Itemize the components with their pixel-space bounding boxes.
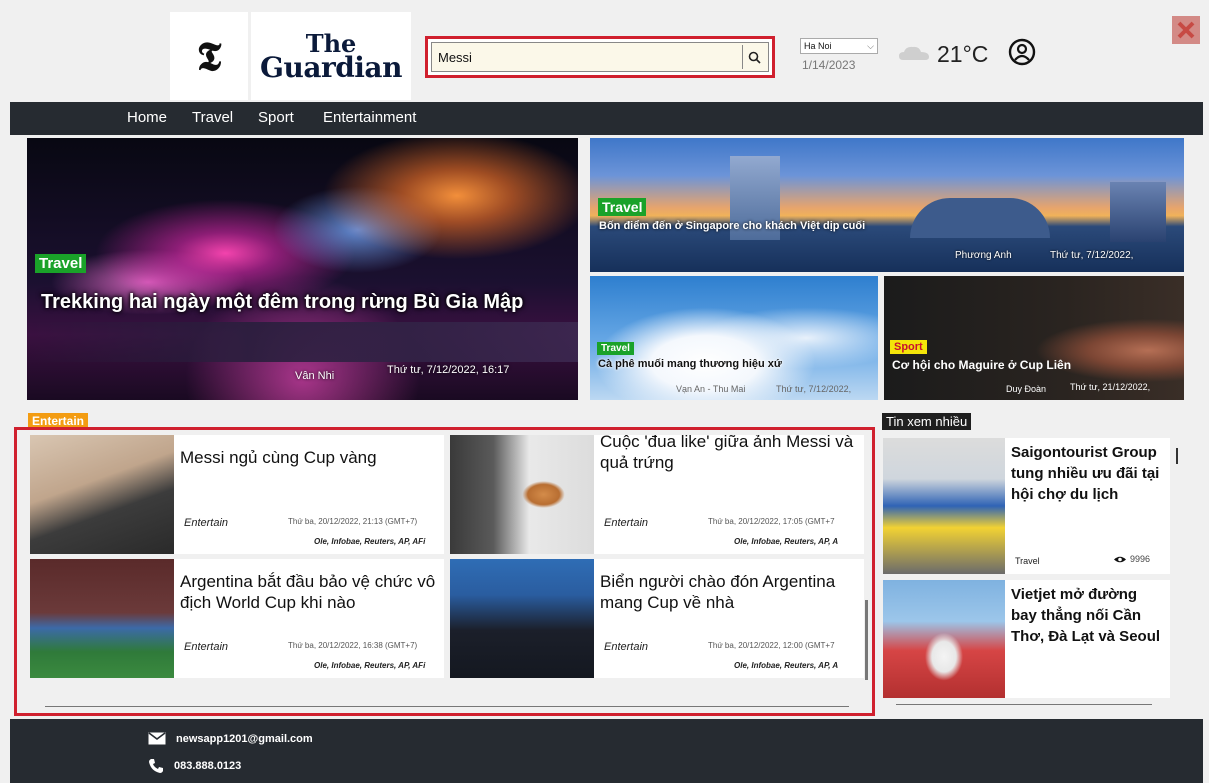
- article-card[interactable]: Biển người chào đón Argentina mang Cup v…: [450, 559, 864, 678]
- footer-phone[interactable]: 083.888.0123: [148, 758, 241, 774]
- close-icon: [1177, 21, 1195, 39]
- article-card[interactable]: Argentina bắt đầu bảo vệ chức vô địch Wo…: [30, 559, 444, 678]
- article-time: Thứ ba, 20/12/2022, 16:38 (GMT+7): [288, 641, 418, 650]
- hero-image: [910, 198, 1050, 238]
- divider: [896, 704, 1152, 705]
- article-author: Phương Anh: [955, 250, 1012, 261]
- article-title: Argentina bắt đầu bảo vệ chức vô địch Wo…: [180, 572, 436, 612]
- article-category: Entertain: [604, 517, 649, 529]
- phone-text: 083.888.0123: [174, 760, 242, 772]
- search-box: [425, 36, 775, 78]
- article-time: Thứ tư, 7/12/2022,: [776, 384, 852, 394]
- nav-entertainment[interactable]: Entertainment: [323, 109, 416, 126]
- article-title: Saigontourist Group tung nhiều ưu đãi tạ…: [1011, 444, 1160, 503]
- scrollbar[interactable]: [865, 600, 868, 680]
- article-thumbnail: [30, 435, 174, 554]
- article-title: Biển người chào đón Argentina mang Cup v…: [600, 572, 836, 612]
- article-sources: Ole, Infobae, Reuters, AP, A: [734, 537, 839, 546]
- article-time: Thứ ba, 20/12/2022, 17:05 (GMT+7: [708, 517, 835, 526]
- chevron-down-icon: ⌵: [867, 40, 874, 51]
- article-thumbnail: [883, 580, 1005, 698]
- logo-line-2: Guardian: [260, 51, 402, 84]
- city-select[interactable]: Ha Noi ⌵: [800, 38, 878, 54]
- section-label-most-viewed: Tin xem nhiều: [882, 413, 972, 430]
- entertain-article-list: Messi ngủ cùng Cup vàng Entertain Thứ ba…: [14, 427, 875, 716]
- article-time: Thứ tư, 21/12/2022,: [1070, 382, 1151, 392]
- article-time: Thứ ba, 20/12/2022, 12:00 (GMT+7: [708, 641, 835, 650]
- article-category: Entertain: [184, 641, 229, 653]
- article-category: Entertain: [184, 517, 229, 529]
- hero-article-sport[interactable]: Sport Cơ hội cho Maguire ở Cup Liên Duy …: [884, 276, 1184, 400]
- footer: newsapp1201@gmail.com 083.888.0123: [10, 719, 1203, 783]
- hero-article-singapore[interactable]: Travel Bốn điểm đến ở Singapore cho khác…: [590, 138, 1184, 272]
- search-input[interactable]: [431, 42, 769, 72]
- article-title: Trekking hai ngày một đêm trong rừng Bù …: [41, 291, 524, 313]
- article-card[interactable]: Cuộc 'đua like' giữa ảnh Messi và quả tr…: [450, 435, 864, 554]
- temperature: 21°C: [937, 41, 989, 67]
- category-tag: Travel: [598, 198, 647, 216]
- most-viewed-item[interactable]: Saigontourist Group tung nhiều ưu đãi tạ…: [883, 438, 1170, 574]
- divider: [45, 706, 849, 707]
- article-title: Bốn điểm đến ở Singapore cho khách Việt …: [599, 220, 866, 232]
- article-sources: Ole, Infobae, Reuters, AP, A: [734, 661, 839, 670]
- article-category: Entertain: [604, 641, 649, 653]
- phone-icon: [149, 759, 163, 773]
- hero-image: [1110, 182, 1166, 242]
- article-time: Thứ tư, 7/12/2022,: [1050, 250, 1134, 261]
- hero-article-main[interactable]: Travel Trekking hai ngày một đêm trong r…: [27, 138, 578, 400]
- article-category: Travel: [1015, 556, 1040, 566]
- nav-bar: Home Travel Sport Entertainment: [10, 102, 1203, 135]
- article-thumbnail: [883, 438, 1005, 574]
- article-thumbnail: [450, 435, 594, 554]
- category-tag: Travel: [597, 342, 634, 355]
- footer-email[interactable]: newsapp1201@gmail.com: [148, 732, 313, 745]
- article-time: Thứ ba, 20/12/2022, 21:13 (GMT+7): [288, 517, 418, 526]
- close-button[interactable]: [1172, 16, 1200, 44]
- article-author: Duy Đoàn: [1006, 384, 1047, 394]
- article-sources: Ole, Infobae, Reuters, AP, AFi: [314, 661, 426, 670]
- article-title: Cuộc 'đua like' giữa ảnh Messi và quả tr…: [600, 435, 854, 472]
- article-sources: Ole, Infobae, Reuters, AP, AFi: [314, 537, 426, 546]
- article-card[interactable]: Messi ngủ cùng Cup vàng Entertain Thứ ba…: [30, 435, 444, 554]
- view-count: 9996: [1113, 554, 1150, 564]
- nav-home[interactable]: Home: [127, 109, 167, 126]
- hero-image: [27, 322, 578, 362]
- article-author: Vạn An - Thu Mai: [676, 384, 746, 394]
- logo-mark: 𝕿: [196, 32, 222, 80]
- guardian-logo[interactable]: The Guardian: [251, 12, 411, 100]
- email-text: newsapp1201@gmail.com: [176, 732, 313, 745]
- article-title: Messi ngủ cùng Cup vàng: [180, 448, 377, 467]
- search-button[interactable]: [742, 45, 766, 69]
- nyt-logo[interactable]: 𝕿: [170, 12, 248, 100]
- eye-icon: [1114, 556, 1126, 562]
- scrollbar[interactable]: [1176, 448, 1178, 464]
- category-tag: Travel: [35, 254, 87, 273]
- article-time: Thứ tư, 7/12/2022, 16:17: [387, 364, 510, 376]
- app-window: 𝕿 The Guardian Ha Noi ⌵ 1/14/2023 21°C H…: [0, 0, 1209, 783]
- nav-travel[interactable]: Travel: [192, 109, 233, 126]
- article-title: Cơ hội cho Maguire ở Cup Liên: [892, 358, 1072, 372]
- search-icon: [748, 51, 761, 64]
- view-count-value: 9996: [1130, 554, 1151, 564]
- category-tag: Sport: [890, 340, 927, 354]
- article-thumbnail: [30, 559, 174, 678]
- article-title: Vietjet mở đường bay thẳng nối Cần Thơ, …: [1011, 586, 1161, 645]
- most-viewed-item[interactable]: Vietjet mở đường bay thẳng nối Cần Thơ, …: [883, 580, 1170, 698]
- city-select-value: Ha Noi: [804, 41, 832, 51]
- hero-article-cafe[interactable]: Travel Cà phê muối mang thương hiệu xứ V…: [590, 276, 878, 400]
- article-title: Cà phê muối mang thương hiệu xứ: [598, 358, 782, 370]
- nav-sport[interactable]: Sport: [258, 109, 294, 126]
- cloud-icon: [899, 46, 929, 60]
- article-thumbnail: [450, 559, 594, 678]
- article-author: Vân Nhi: [295, 370, 335, 382]
- mail-icon: [148, 732, 166, 745]
- user-icon[interactable]: [1008, 38, 1036, 66]
- date-label: 1/14/2023: [802, 58, 856, 72]
